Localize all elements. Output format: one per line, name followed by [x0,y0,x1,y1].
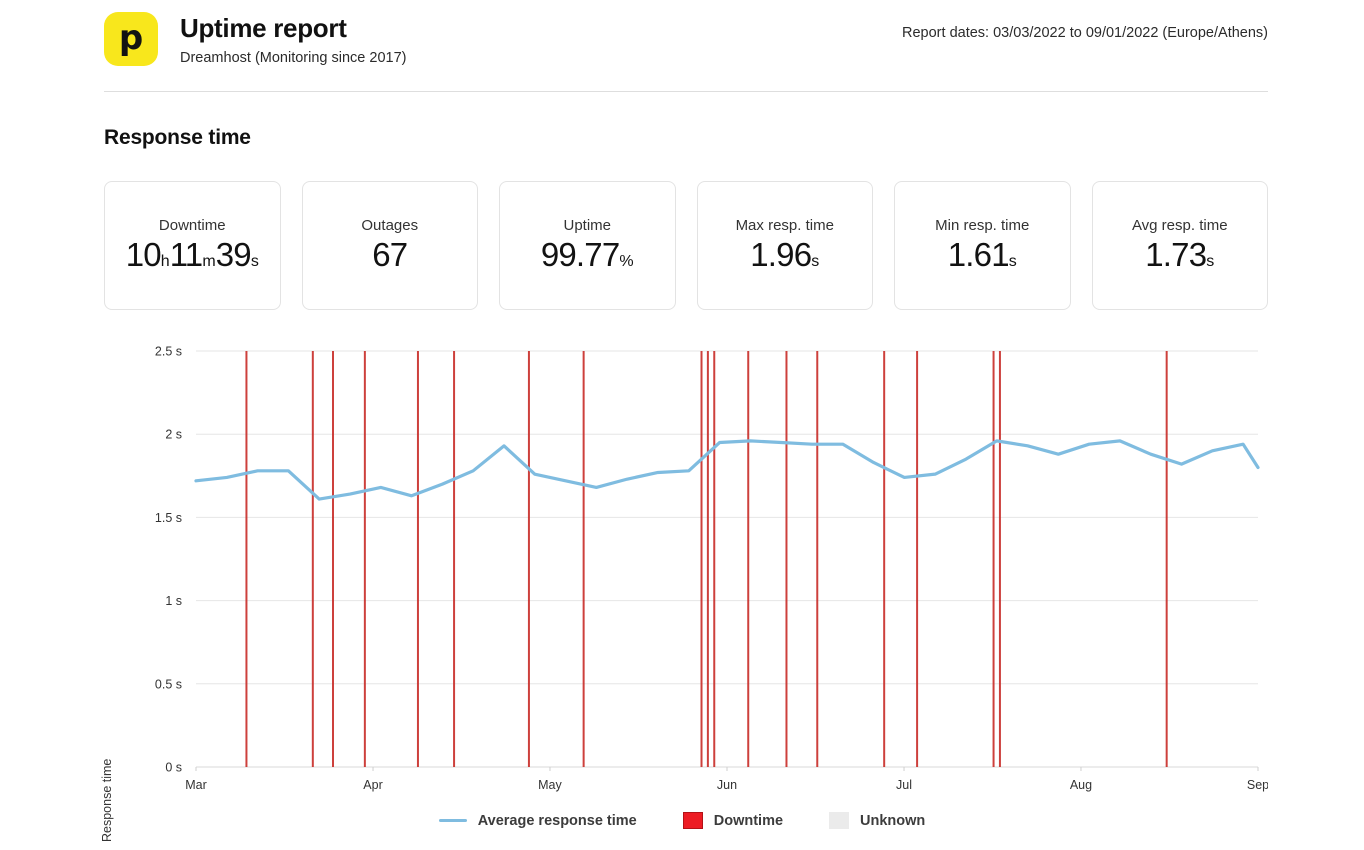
stat-unit-minutes: m [202,253,216,271]
stat-label: Uptime [563,217,611,235]
stat-value: 99.77% [541,236,634,274]
pingdom-p-logo-icon: p [104,12,158,66]
stat-cards: Downtime 10 h 11 m 39 s Outages 67 Uptime 99.… [104,181,1268,310]
stat-card-max-resp-time: Max resp. time 1.96 s [696,181,873,310]
legend-item-downtime[interactable]: Downtime [682,812,784,829]
response-time-chart-svg: 0 s 0.5 s 1 s 1.5 s 2 s 2.5 s Mar Apr May Jun Jul A… [155,345,1268,793]
stat-value-number: 67 [372,236,408,274]
stat-value-hours: 10 [125,236,162,274]
legend-swatch-downtime-icon [682,812,703,829]
x-tick-label: Jun [717,778,737,792]
report-dates: Report dates: 03/03/2022 to 09/01/2022 (… [902,25,1268,41]
stat-label: Downtime [158,217,226,235]
y-tick-label: 2 s [165,428,182,442]
legend-line-icon [438,819,467,822]
stat-card-uptime: Uptime 99.77% [499,181,676,310]
stat-value-seconds: 39 [215,236,252,274]
response-time-chart: Response time 0 s 0.5 s1 s 1.5 s2 s 2.5 s Ma… [100,330,1268,843]
response-time-line [194,439,1260,501]
y-tick-label: 0 s [165,761,182,775]
x-tick-label: May [538,778,562,792]
x-tick-label: Sep [1247,778,1268,792]
stat-card-avg-resp-time: Avg resp. time 1.73 s [1091,181,1268,310]
stat-value-number: 1.73 [1145,236,1207,274]
stat-card-min-resp-time: Min resp. time 1.61 s [894,181,1071,310]
x-tick-label: Aug [1070,778,1092,792]
stat-value: 67 [372,236,408,274]
page-title: Uptime report [180,13,347,43]
legend-label: Downtime [713,812,784,829]
stat-unit: s [1008,253,1017,271]
legend-swatch-unknown-icon [829,812,850,829]
title-block: Uptime report Dreamhost (Monitoring sinc… [180,12,406,66]
chart-legend: Average response time Downtime Unknown [0,812,1364,829]
stat-value: 1.96 s [750,236,819,274]
stat-value-minutes: 11 [169,236,203,274]
stat-label: Max resp. time [735,217,834,235]
legend-label: Unknown [860,812,926,829]
stat-card-outages: Outages 67 [301,181,478,310]
stat-unit-hours: h [160,253,170,271]
logo-glyph: p [118,17,144,58]
legend-label: Average response time [477,812,637,829]
stat-unit: s [1206,253,1215,271]
stat-label: Min resp. time [935,217,1030,235]
stat-label: Avg resp. time [1131,217,1228,235]
stat-card-downtime: Downtime 10 h 11 m 39 s [104,181,281,310]
x-tick-label: Jul [896,778,912,792]
stat-unit-seconds: s [250,253,259,271]
stat-unit: % [619,253,634,271]
y-tick-label: 0.5 s [155,677,182,691]
uptime-report-page: p Uptime report Dreamhost (Monitoring si… [0,0,1364,850]
stat-value: 1.73 s [1145,236,1214,274]
x-tick-label: Mar [185,778,207,792]
y-tick-label: 2.5 s [155,345,182,359]
x-tick-label: Apr [363,778,382,792]
y-tick-label: 1 s [165,594,182,608]
legend-item-unknown[interactable]: Unknown [829,812,925,829]
y-tick-label: 1.5 s [155,511,182,525]
stat-value-number: 99.77 [540,236,620,274]
stat-value: 10 h 11 m 39 s [126,236,259,274]
stat-value-number: 1.61 [947,236,1010,274]
stat-value: 1.61 s [948,236,1017,274]
brand-block: p Uptime report Dreamhost (Monitoring si… [104,12,406,66]
stat-value-number: 1.96 [750,236,812,274]
page-subtitle: Dreamhost (Monitoring since 2017) [180,50,407,67]
section-title: Response time [104,126,251,149]
stat-label: Outages [361,217,419,235]
stat-unit: s [811,253,820,271]
legend-item-average-response-time[interactable]: Average response time [438,812,637,829]
report-header: p Uptime report Dreamhost (Monitoring si… [104,0,1268,92]
